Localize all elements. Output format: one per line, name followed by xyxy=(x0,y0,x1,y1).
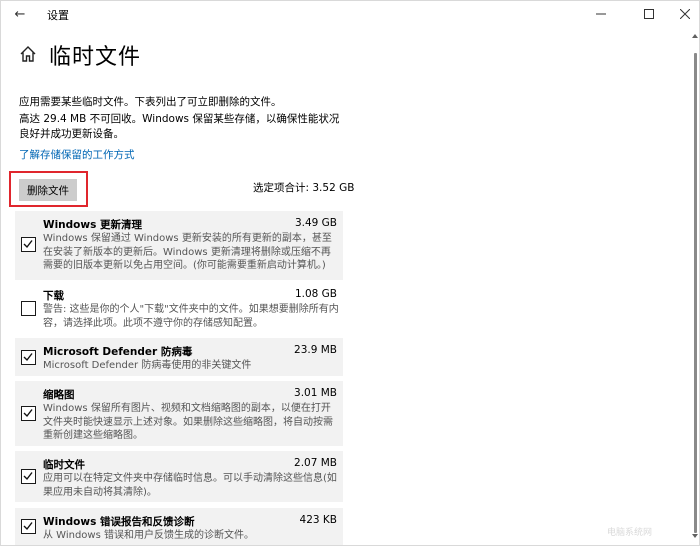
item-description: 应用可以在特定文件夹中存储临时信息。可以手动清除这些信息(如果应用未自动将其清除… xyxy=(43,473,337,498)
list-item[interactable]: 下载 1.08 GB 警告: 这些是你的个人"下载"文件夹中的文件。如果想要删除… xyxy=(15,282,343,336)
watermark: 电脑系统网 xyxy=(607,528,653,538)
minimize-icon xyxy=(596,13,606,15)
selected-total: 选定项合计: 3.52 GB xyxy=(253,182,355,194)
scroll-down-icon[interactable] xyxy=(691,531,699,541)
learn-more-link[interactable]: 了解存储保留的工作方式 xyxy=(19,147,135,162)
back-arrow-icon: ← xyxy=(14,6,26,22)
checkbox[interactable] xyxy=(21,301,36,316)
close-button[interactable] xyxy=(669,1,699,27)
scroll-up-icon[interactable] xyxy=(691,31,699,41)
item-size: 3.49 GB xyxy=(294,217,337,229)
maximize-icon xyxy=(644,9,654,19)
item-size: 423 KB xyxy=(299,514,337,526)
page-title: 临时文件 xyxy=(49,45,142,70)
item-description: 从 Windows 错误和用户反馈生成的诊断文件。 xyxy=(43,530,254,541)
minimize-button[interactable] xyxy=(581,1,621,27)
back-button[interactable]: ← xyxy=(7,3,33,25)
home-icon[interactable] xyxy=(19,45,37,63)
item-description: Windows 保留所有图片、视频和文档缩略图的副本，以便在打开文件夹时能快速显… xyxy=(43,403,333,441)
intro-text: 应用需要某些临时文件。下表列出了可立即删除的文件。 xyxy=(19,96,282,108)
delete-files-button[interactable]: 删除文件 xyxy=(19,179,77,201)
item-size: 2.07 MB xyxy=(294,457,337,469)
checkmark-icon xyxy=(23,472,33,481)
list-item[interactable]: 缩略图 3.01 MB Windows 保留所有图片、视频和文档缩略图的副本，以… xyxy=(15,381,343,446)
list-item[interactable]: Microsoft Defender 防病毒 23.9 MB Microsoft… xyxy=(15,338,343,376)
item-name: 下载 xyxy=(43,290,64,302)
item-name: Windows 错误报告和反馈诊断 xyxy=(43,516,195,528)
item-description: Windows 保留通过 Windows 更新安装的所有更新的副本，甚至在安装了… xyxy=(43,233,332,271)
scrollbar[interactable] xyxy=(691,31,699,541)
item-description: Microsoft Defender 防病毒使用的非关键文件 xyxy=(43,360,252,371)
settings-window: ← 设置 临时文件 应用需要某些临时文件。下表列出了可立即删除的文件。 高达 2… xyxy=(0,0,700,546)
item-description: 警告: 这些是你的个人"下载"文件夹中的文件。如果想要删除所有内容，请选择此项。… xyxy=(43,304,339,329)
checkmark-icon xyxy=(23,522,33,531)
delete-highlight-box: 删除文件 xyxy=(9,171,88,207)
title-bar: ← 设置 xyxy=(1,1,699,27)
item-size: 1.08 GB xyxy=(294,288,337,300)
scrollbar-thumb[interactable] xyxy=(694,53,697,533)
item-size: 3.01 MB xyxy=(294,387,337,399)
checkbox[interactable] xyxy=(21,519,36,534)
item-name: 缩略图 xyxy=(43,389,75,401)
list-item[interactable]: Windows 错误报告和反馈诊断 423 KB 从 Windows 错误和用户… xyxy=(15,508,343,545)
item-name: Microsoft Defender 防病毒 xyxy=(43,346,193,358)
checkbox[interactable] xyxy=(21,237,36,252)
reserved-storage-text: 高达 29.4 MB 不可回收。Windows 保留某些存储，以确保性能状况良好… xyxy=(19,113,340,140)
checkmark-icon xyxy=(23,240,33,249)
item-name: Windows 更新清理 xyxy=(43,219,142,231)
list-item[interactable]: 临时文件 2.07 MB 应用可以在特定文件夹中存储临时信息。可以手动清除这些信… xyxy=(15,451,343,502)
list-item[interactable]: Windows 更新清理 3.49 GB Windows 保留通过 Window… xyxy=(15,211,343,280)
item-size: 23.9 MB xyxy=(294,344,337,356)
maximize-button[interactable] xyxy=(629,1,669,27)
app-title: 设置 xyxy=(47,9,69,22)
item-name: 临时文件 xyxy=(43,459,85,471)
checkbox[interactable] xyxy=(21,406,36,421)
checkbox[interactable] xyxy=(21,469,36,484)
checkmark-icon xyxy=(23,409,33,418)
close-icon xyxy=(680,9,690,19)
checkmark-icon xyxy=(23,353,33,362)
checkbox[interactable] xyxy=(21,350,36,365)
